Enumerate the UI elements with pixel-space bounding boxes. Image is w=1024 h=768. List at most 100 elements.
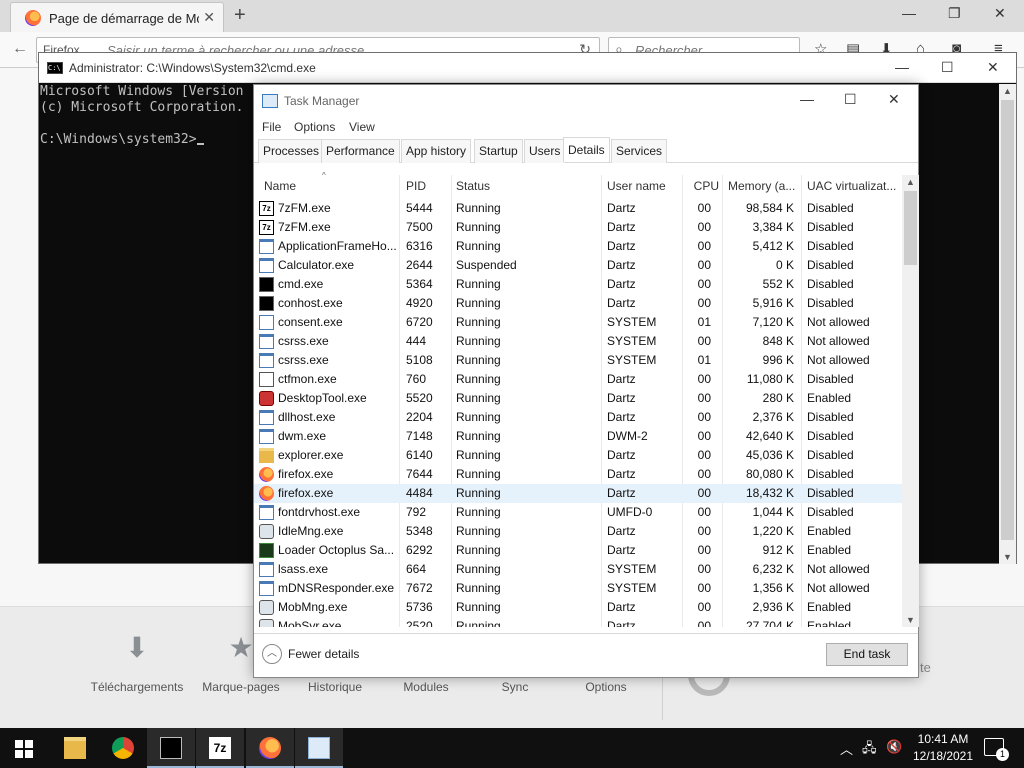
cell-uac: Not allowed bbox=[807, 315, 870, 329]
cell-cpu: 00 bbox=[697, 543, 711, 557]
table-row[interactable]: fontdrvhost.exe 792 Running UMFD-0 00 1,044 K… bbox=[254, 503, 902, 522]
table-row[interactable]: dllhost.exe 2204 Running Dartz 00 2,376 K Disa… bbox=[254, 408, 902, 427]
task-manager-window[interactable]: Task Manager — ☐ ✕ File Options View Pro… bbox=[253, 84, 919, 678]
table-row[interactable]: mDNSResponder.exe 7672 Running SYSTEM 00 1,35… bbox=[254, 579, 902, 598]
table-row[interactable]: conhost.exe 4920 Running Dartz 00 5,916 K Disa… bbox=[254, 294, 902, 313]
cell-pid: 7672 bbox=[406, 581, 433, 595]
taskbar: 7z ︿ 🖧 🔇 10:41 AM 12/18/2021 1 bbox=[0, 728, 1024, 768]
menu-options[interactable]: Options bbox=[294, 120, 335, 134]
tab-performance[interactable]: Performance bbox=[321, 139, 400, 163]
chevron-up-icon[interactable]: ︿ bbox=[840, 739, 853, 758]
col-user[interactable]: User name bbox=[607, 179, 681, 193]
end-task-button[interactable]: End task bbox=[826, 643, 908, 666]
table-row[interactable]: 7z 7zFM.exe 7500 Running Dartz 00 3,384 K Disab… bbox=[254, 218, 902, 237]
table-row[interactable]: firefox.exe 4484 Running Dartz 00 18,432 K Dis… bbox=[254, 484, 902, 503]
taskbar-chrome[interactable] bbox=[99, 728, 147, 768]
tm-title-bar[interactable]: Task Manager — ☐ ✕ bbox=[254, 85, 918, 117]
notification-count: 1 bbox=[996, 748, 1009, 761]
tab-users[interactable]: Users bbox=[524, 139, 566, 163]
cell-mem: 3,384 K bbox=[752, 220, 794, 234]
menu-view[interactable]: View bbox=[349, 120, 375, 134]
table-row[interactable]: 7z 7zFM.exe 5444 Running Dartz 00 98,584 K Disa… bbox=[254, 199, 902, 218]
table-row[interactable]: lsass.exe 664 Running SYSTEM 00 6,232 K Not al… bbox=[254, 560, 902, 579]
table-row[interactable]: IdleMng.exe 5348 Running Dartz 00 1,220 K Enab… bbox=[254, 522, 902, 541]
col-memory[interactable]: Memory (a... bbox=[728, 179, 798, 193]
cell-cpu: 00 bbox=[697, 562, 711, 576]
table-row[interactable]: ApplicationFrameHo... 6316 Running Dartz 00 5… bbox=[254, 237, 902, 256]
tab-startup[interactable]: Startup bbox=[474, 139, 523, 163]
col-cpu[interactable]: CPU bbox=[687, 179, 719, 193]
clock-date[interactable]: 12/18/2021 bbox=[908, 749, 978, 763]
taskbar-file-explorer[interactable] bbox=[51, 728, 99, 768]
action-center-icon[interactable]: 1 bbox=[984, 738, 1009, 761]
scroll-thumb[interactable] bbox=[1001, 100, 1014, 540]
cmd-title-bar[interactable]: C:\ Administrator: C:\Windows\System32\c… bbox=[39, 53, 1016, 83]
close-tab-icon[interactable]: ✕ bbox=[203, 9, 215, 26]
vertical-scrollbar[interactable]: ▲ ▼ bbox=[902, 175, 919, 627]
volume-muted-icon[interactable]: 🔇 bbox=[886, 739, 902, 755]
taskbar-task-manager[interactable] bbox=[295, 728, 343, 768]
table-row[interactable]: firefox.exe 7644 Running Dartz 00 80,080 K Dis… bbox=[254, 465, 902, 484]
tile-downloads[interactable]: ⬇ Téléchargements bbox=[82, 630, 192, 694]
new-tab-button[interactable]: + bbox=[234, 4, 246, 27]
fewer-details-link[interactable]: Fewer details bbox=[288, 647, 359, 661]
col-status[interactable]: Status bbox=[456, 179, 596, 193]
taskbar-cmd[interactable] bbox=[147, 728, 195, 768]
tab-details[interactable]: Details bbox=[563, 137, 610, 162]
tab-app-history[interactable]: App history bbox=[401, 139, 472, 163]
firefox-tab[interactable]: Page de démarrage de Mo... ✕ bbox=[10, 2, 224, 32]
minimize-icon[interactable]: — bbox=[902, 5, 916, 21]
tab-processes[interactable]: Processes bbox=[258, 139, 325, 163]
network-icon[interactable]: 🖧 bbox=[862, 739, 877, 761]
console-output[interactable]: Microsoft Windows [Version (c) Microsoft … bbox=[40, 84, 244, 148]
cell-user: Dartz bbox=[607, 467, 636, 481]
scroll-thumb[interactable] bbox=[904, 191, 917, 265]
back-button[interactable]: ← bbox=[12, 40, 28, 58]
clock-time[interactable]: 10:41 AM bbox=[912, 732, 974, 746]
minimize-icon[interactable]: — bbox=[895, 59, 909, 75]
table-row[interactable]: cmd.exe 5364 Running Dartz 00 552 K Disabled bbox=[254, 275, 902, 294]
firefox-icon bbox=[259, 737, 281, 759]
vertical-scrollbar[interactable]: ▲ ▼ bbox=[999, 84, 1016, 564]
maximize-icon[interactable]: ☐ bbox=[941, 59, 954, 76]
process-list[interactable]: 7z 7zFM.exe 5444 Running Dartz 00 98,584 K Disa… bbox=[254, 199, 902, 627]
table-row[interactable]: explorer.exe 6140 Running Dartz 00 45,036 K Di… bbox=[254, 446, 902, 465]
menu-file[interactable]: File bbox=[262, 120, 281, 134]
gear-icon bbox=[259, 524, 274, 539]
table-row[interactable]: Calculator.exe 2644 Suspended Dartz 00 0 K Dis… bbox=[254, 256, 902, 275]
scroll-up-icon[interactable]: ▲ bbox=[906, 177, 915, 187]
taskbar-firefox[interactable] bbox=[246, 728, 294, 768]
scroll-down-icon[interactable]: ▼ bbox=[1003, 552, 1012, 562]
table-row[interactable]: MobSvr.exe 2520 Running Dartz 00 27,704 K Enab… bbox=[254, 617, 902, 627]
minimize-icon[interactable]: — bbox=[800, 91, 814, 107]
table-row[interactable]: csrss.exe 444 Running SYSTEM 00 848 K Not allo… bbox=[254, 332, 902, 351]
table-row[interactable]: MobMng.exe 5736 Running Dartz 00 2,936 K Enabl… bbox=[254, 598, 902, 617]
restore-icon[interactable]: ❐ bbox=[948, 5, 961, 22]
scroll-down-icon[interactable]: ▼ bbox=[906, 615, 915, 625]
col-pid[interactable]: PID bbox=[406, 179, 450, 193]
col-uac[interactable]: UAC virtualizat... bbox=[807, 179, 901, 193]
table-row[interactable]: Loader Octoplus Sa... 6292 Running Dartz 00 9… bbox=[254, 541, 902, 560]
cell-uac: Disabled bbox=[807, 296, 854, 310]
cell-pid: 444 bbox=[406, 334, 427, 348]
scroll-up-icon[interactable]: ▲ bbox=[1003, 86, 1012, 96]
maximize-icon[interactable]: ☐ bbox=[844, 91, 857, 108]
close-icon[interactable]: ✕ bbox=[987, 59, 999, 76]
cell-uac: Not allowed bbox=[807, 353, 870, 367]
tab-services[interactable]: Services bbox=[611, 139, 668, 163]
taskbar-7zip[interactable]: 7z bbox=[196, 728, 244, 768]
start-button[interactable] bbox=[0, 728, 48, 768]
table-row[interactable]: DesktopTool.exe 5520 Running Dartz 00 280 K En… bbox=[254, 389, 902, 408]
table-row[interactable]: ctfmon.exe 760 Running Dartz 00 11,080 K Disab… bbox=[254, 370, 902, 389]
chevron-up-icon[interactable]: ︿ bbox=[262, 644, 282, 664]
cell-cpu: 00 bbox=[697, 581, 711, 595]
table-row[interactable]: dwm.exe 7148 Running DWM-2 00 42,640 K Disable… bbox=[254, 427, 902, 446]
close-window-icon[interactable]: ✕ bbox=[994, 5, 1006, 22]
close-icon[interactable]: ✕ bbox=[888, 91, 900, 108]
table-row[interactable]: csrss.exe 5108 Running SYSTEM 01 996 K Not all… bbox=[254, 351, 902, 370]
table-row[interactable]: consent.exe 6720 Running SYSTEM 01 7,120 K Not… bbox=[254, 313, 902, 332]
cell-pid: 4484 bbox=[406, 486, 433, 500]
cell-status: Running bbox=[456, 467, 501, 481]
col-name[interactable]: Name bbox=[264, 179, 394, 193]
